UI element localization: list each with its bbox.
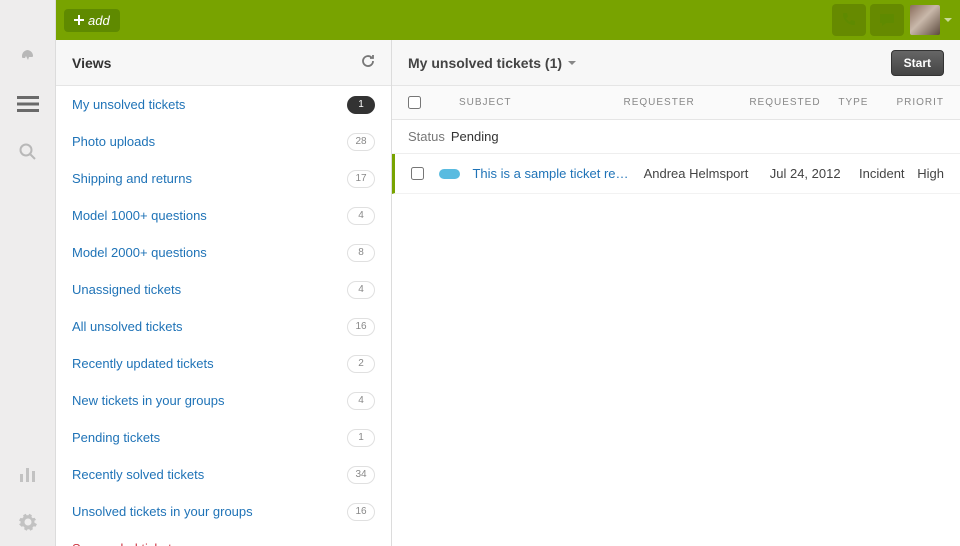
avatar xyxy=(910,5,940,35)
add-button[interactable]: add xyxy=(64,9,120,32)
menu-icon xyxy=(17,95,39,113)
view-label: Photo uploads xyxy=(72,134,347,149)
column-headers: Subject Requester Requested Type Priorit xyxy=(392,86,960,120)
ticket-rows: This is a sample ticket req…Andrea Helms… xyxy=(392,154,960,194)
view-row[interactable]: Model 2000+ questions8 xyxy=(56,234,391,271)
count-badge: 4 xyxy=(347,392,375,410)
view-row[interactable]: Unsolved tickets in your groups16 xyxy=(56,493,391,530)
ticket-row[interactable]: This is a sample ticket req…Andrea Helms… xyxy=(392,154,960,194)
view-label: Unassigned tickets xyxy=(72,282,347,297)
rail-reports[interactable] xyxy=(0,450,56,498)
views-list: My unsolved tickets1Photo uploads28Shipp… xyxy=(56,86,391,546)
view-label: Unsolved tickets in your groups xyxy=(72,504,347,519)
rail-dashboard[interactable] xyxy=(0,32,56,80)
view-row[interactable]: Recently updated tickets2 xyxy=(56,345,391,382)
col-requested[interactable]: Requested xyxy=(749,97,838,108)
count-badge: 4 xyxy=(347,207,375,225)
gear-icon xyxy=(18,512,38,532)
view-row[interactable]: Recently solved tickets34 xyxy=(56,456,391,493)
chevron-down-icon xyxy=(944,18,952,22)
group-row: Status Pending xyxy=(392,120,960,154)
ticket-requested: Jul 24, 2012 xyxy=(770,166,859,181)
row-checkbox[interactable] xyxy=(411,167,424,180)
view-label: All unsolved tickets xyxy=(72,319,347,334)
ticket-subject[interactable]: This is a sample ticket req… xyxy=(472,166,643,181)
nav-rail xyxy=(0,0,56,546)
view-label: New tickets in your groups xyxy=(72,393,347,408)
topbar: add xyxy=(56,0,960,40)
rail-menu[interactable] xyxy=(0,80,56,128)
chat-icon xyxy=(879,12,895,28)
view-label: Pending tickets xyxy=(72,430,347,445)
view-label: Suspended tickets xyxy=(72,541,375,546)
count-badge: 16 xyxy=(347,503,375,521)
count-badge: 8 xyxy=(347,244,375,262)
view-label: Model 2000+ questions xyxy=(72,245,347,260)
view-row[interactable]: Suspended tickets xyxy=(56,530,391,546)
view-row[interactable]: New tickets in your groups4 xyxy=(56,382,391,419)
view-row[interactable]: Unassigned tickets4 xyxy=(56,271,391,308)
views-panel: Views My unsolved tickets1Photo uploads2… xyxy=(56,40,392,546)
ticket-type: Incident xyxy=(859,166,917,181)
status-pill xyxy=(439,169,460,179)
col-subject[interactable]: Subject xyxy=(439,97,624,108)
main-header: My unsolved tickets (1) Start xyxy=(392,40,960,86)
views-title: Views xyxy=(72,55,361,71)
col-priority[interactable]: Priorit xyxy=(896,97,944,108)
main-pane: My unsolved tickets (1) Start Subject Re… xyxy=(392,40,960,546)
select-all-checkbox[interactable] xyxy=(408,96,421,109)
view-row[interactable]: All unsolved tickets16 xyxy=(56,308,391,345)
count-badge: 1 xyxy=(347,429,375,447)
count-badge: 17 xyxy=(347,170,375,188)
col-requester[interactable]: Requester xyxy=(624,97,750,108)
count-badge: 34 xyxy=(347,466,375,484)
view-row[interactable]: Shipping and returns17 xyxy=(56,160,391,197)
chevron-down-icon[interactable] xyxy=(568,61,576,65)
dashboard-icon xyxy=(18,46,38,66)
col-type[interactable]: Type xyxy=(838,97,896,108)
view-label: Model 1000+ questions xyxy=(72,208,347,223)
main-title: My unsolved tickets (1) xyxy=(408,55,562,71)
ticket-priority: High xyxy=(917,166,944,181)
count-badge: 16 xyxy=(347,318,375,336)
view-label: Shipping and returns xyxy=(72,171,347,186)
view-row[interactable]: Model 1000+ questions4 xyxy=(56,197,391,234)
view-row[interactable]: Photo uploads28 xyxy=(56,123,391,160)
view-row[interactable]: My unsolved tickets1 xyxy=(56,86,391,123)
refresh-icon xyxy=(361,54,375,68)
view-label: Recently solved tickets xyxy=(72,467,347,482)
group-by-label: Status xyxy=(408,129,445,144)
group-value: Pending xyxy=(451,129,499,144)
add-button-label: add xyxy=(88,13,110,28)
search-icon xyxy=(18,142,38,162)
rail-settings[interactable] xyxy=(0,498,56,546)
topbar-right xyxy=(828,0,960,40)
user-menu[interactable] xyxy=(910,5,952,35)
count-badge: 2 xyxy=(347,355,375,373)
views-header: Views xyxy=(56,40,391,86)
view-label: My unsolved tickets xyxy=(72,97,347,112)
rail-search[interactable] xyxy=(0,128,56,176)
refresh-button[interactable] xyxy=(361,54,375,71)
count-badge: 28 xyxy=(347,133,375,151)
count-badge: 1 xyxy=(347,96,375,114)
count-badge: 4 xyxy=(347,281,375,299)
view-label: Recently updated tickets xyxy=(72,356,347,371)
bar-chart-icon xyxy=(18,464,38,484)
phone-button[interactable] xyxy=(832,4,866,36)
plus-icon xyxy=(74,15,84,25)
select-all-cell xyxy=(408,96,439,109)
ticket-requester: Andrea Helmsport xyxy=(644,166,770,181)
phone-icon xyxy=(841,12,857,28)
row-check-cell xyxy=(411,167,439,180)
view-row[interactable]: Pending tickets1 xyxy=(56,419,391,456)
chat-button[interactable] xyxy=(870,4,904,36)
start-button[interactable]: Start xyxy=(891,50,944,76)
